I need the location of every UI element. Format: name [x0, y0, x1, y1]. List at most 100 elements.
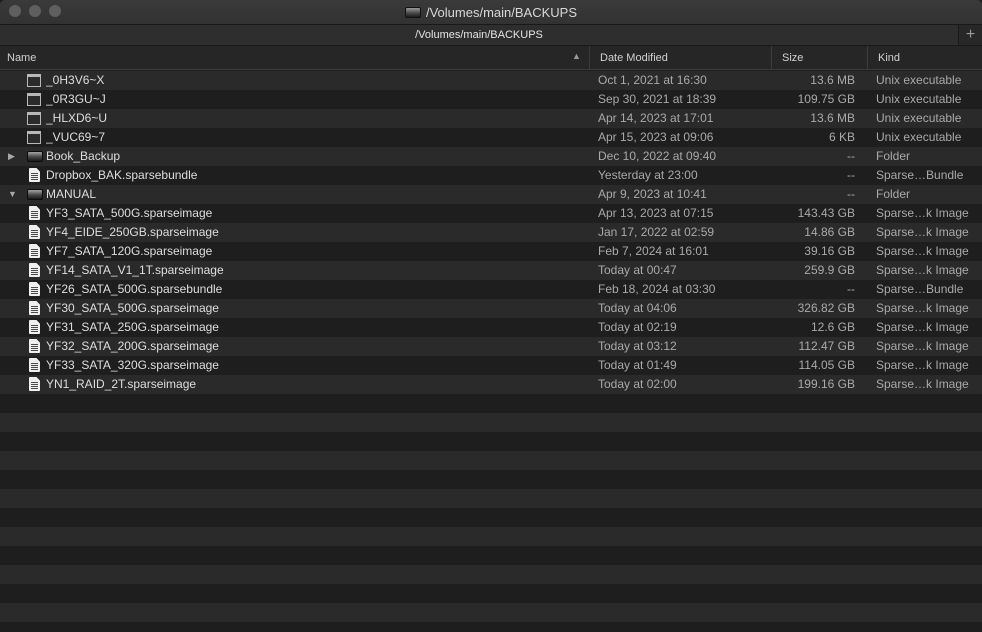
document-icon — [29, 282, 40, 296]
file-name: MANUAL — [46, 187, 97, 201]
title-bar[interactable]: /Volumes/main/BACKUPS — [0, 0, 982, 24]
file-name: YF32_SATA_200G.sparseimage — [46, 339, 219, 353]
column-header-size-label: Size — [782, 51, 804, 64]
column-header-size[interactable]: Size — [771, 46, 867, 69]
file-row[interactable]: YF31_SATA_250G.sparseimage Today at 02:19… — [0, 318, 982, 337]
file-size: 39.16 GB — [804, 244, 855, 258]
minimize-window-button[interactable] — [29, 5, 41, 17]
document-icon — [29, 301, 40, 315]
file-name: YF26_SATA_500G.sparsebundle — [46, 282, 223, 296]
document-icon — [29, 206, 40, 220]
file-date-modified: Today at 02:00 — [598, 377, 677, 391]
file-date-modified: Today at 03:12 — [598, 339, 677, 353]
file-kind: Sparse…k Image — [876, 320, 969, 334]
file-kind: Sparse…k Image — [876, 225, 969, 239]
file-name: YF7_SATA_120G.sparseimage — [46, 244, 213, 258]
column-header-name[interactable]: Name — [0, 46, 589, 69]
file-row[interactable]: YN1_RAID_2T.sparseimage Today at 02:00 199… — [0, 375, 982, 394]
file-name: _0H3V6~X — [46, 73, 105, 87]
file-kind: Folder — [876, 149, 911, 163]
empty-row — [0, 508, 982, 527]
executable-icon — [27, 112, 41, 125]
document-icon — [29, 339, 40, 353]
file-size: 13.6 MB — [810, 73, 855, 87]
file-date-modified: Yesterday at 23:00 — [598, 168, 698, 182]
sort-ascending-icon: ▲ — [572, 51, 581, 61]
file-size: 199.16 GB — [797, 377, 855, 391]
file-row[interactable]: _0H3V6~X Oct 1, 2021 at 16:30 13.6 MB Unix … — [0, 71, 982, 90]
column-header-kind[interactable]: Kind — [867, 46, 982, 69]
file-icon-cell — [27, 90, 43, 109]
document-icon — [29, 263, 40, 277]
disclosure-expanded-icon[interactable]: ▼ — [8, 185, 18, 204]
file-date-modified: Today at 02:19 — [598, 320, 677, 334]
file-size: -- — [847, 282, 855, 296]
file-row[interactable]: YF7_SATA_120G.sparseimage Feb 7, 2024 at … — [0, 242, 982, 261]
file-icon-cell — [27, 71, 43, 90]
disclosure-collapsed-icon[interactable]: ▶ — [8, 147, 18, 166]
file-size: 6 KB — [828, 130, 855, 144]
file-kind: Sparse…k Image — [876, 358, 969, 372]
file-size: -- — [847, 168, 855, 182]
column-header-date[interactable]: Date Modified — [589, 46, 771, 69]
file-icon-cell — [27, 128, 43, 147]
file-row[interactable]: Dropbox_BAK.sparsebundle Yesterday at 23:… — [0, 166, 982, 185]
file-icon-cell — [27, 185, 43, 204]
file-kind: Sparse…Bundle — [876, 168, 964, 182]
file-size: 14.86 GB — [804, 225, 855, 239]
window-controls — [9, 5, 61, 17]
zoom-window-button[interactable] — [49, 5, 61, 17]
close-window-button[interactable] — [9, 5, 21, 17]
file-row[interactable]: _0R3GU~J Sep 30, 2021 at 18:39 109.75 GB Un… — [0, 90, 982, 109]
empty-row — [0, 603, 982, 622]
file-date-modified: Dec 10, 2022 at 09:40 — [598, 149, 717, 163]
empty-row — [0, 489, 982, 508]
file-row[interactable]: _VUC69~7 Apr 15, 2023 at 09:06 6 KB Unix ex… — [0, 128, 982, 147]
file-row[interactable]: ▼ MANUAL Apr 9, 2023 at 10:41 -- Folder — [0, 185, 982, 204]
executable-icon — [27, 93, 41, 106]
file-date-modified: Jan 17, 2022 at 02:59 — [598, 225, 715, 239]
file-size: -- — [847, 187, 855, 201]
file-row[interactable]: YF32_SATA_200G.sparseimage Today at 03:12… — [0, 337, 982, 356]
folder-icon — [27, 151, 43, 162]
file-row[interactable]: YF3_SATA_500G.sparseimage Apr 13, 2023 at… — [0, 204, 982, 223]
empty-row — [0, 584, 982, 603]
file-row[interactable]: _HLXD6~U Apr 14, 2023 at 17:01 13.6 MB Unix… — [0, 109, 982, 128]
file-row[interactable]: YF26_SATA_500G.sparsebundle Feb 18, 2024 … — [0, 280, 982, 299]
file-name: YN1_RAID_2T.sparseimage — [46, 377, 197, 391]
executable-icon — [27, 131, 41, 144]
file-kind: Sparse…k Image — [876, 339, 969, 353]
file-date-modified: Apr 14, 2023 at 17:01 — [598, 111, 714, 125]
empty-row — [0, 527, 982, 546]
file-row[interactable]: YF14_SATA_V1_1T.sparseimage Today at 00:4… — [0, 261, 982, 280]
empty-row — [0, 470, 982, 489]
file-row[interactable]: YF33_SATA_320G.sparseimage Today at 01:49… — [0, 356, 982, 375]
file-list[interactable]: _0H3V6~X Oct 1, 2021 at 16:30 13.6 MB Unix … — [0, 71, 982, 632]
file-size: -- — [847, 149, 855, 163]
file-kind: Sparse…k Image — [876, 263, 969, 277]
column-header: Name ▲ Date Modified Size Kind — [0, 46, 982, 70]
file-row[interactable]: YF4_EIDE_250GB.sparseimage Jan 17, 2022 a… — [0, 223, 982, 242]
file-row[interactable]: ▶ Book_Backup Dec 10, 2022 at 09:40 -- Folde… — [0, 147, 982, 166]
file-kind: Folder — [876, 187, 911, 201]
file-row[interactable]: YF30_SATA_500G.sparseimage Today at 04:06… — [0, 299, 982, 318]
empty-row — [0, 394, 982, 413]
file-name: _HLXD6~U — [46, 111, 108, 125]
file-date-modified: Feb 18, 2024 at 03:30 — [598, 282, 716, 296]
new-tab-button[interactable]: + — [958, 25, 982, 45]
tab-bar: /Volumes/main/BACKUPS + — [0, 24, 982, 46]
file-icon-cell — [27, 375, 43, 394]
tab-backups[interactable]: /Volumes/main/BACKUPS — [0, 25, 958, 45]
file-date-modified: Today at 01:49 — [598, 358, 677, 372]
file-kind: Unix executable — [876, 92, 962, 106]
file-icon-cell — [27, 318, 43, 337]
file-size: 109.75 GB — [797, 92, 855, 106]
file-name: Dropbox_BAK.sparsebundle — [46, 168, 198, 182]
